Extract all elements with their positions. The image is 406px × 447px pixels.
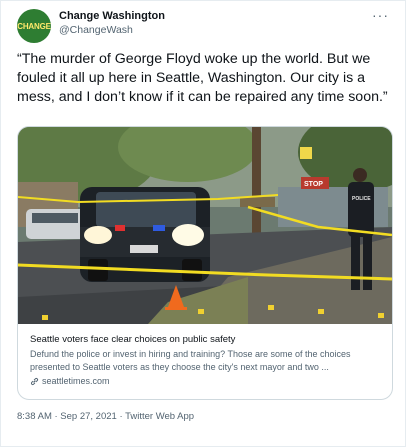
card-title[interactable]: Seattle voters face clear choices on pub…	[30, 334, 382, 345]
card-domain-label: seattletimes.com	[42, 376, 110, 386]
card-description: Defund the police or invest in hiring an…	[30, 349, 351, 372]
author-names[interactable]: Change Washington @ChangeWash	[59, 10, 165, 36]
more-horizontal-icon[interactable]: ···	[372, 7, 389, 23]
avatar-label: CHANGE	[17, 21, 51, 31]
police-vest-text: POLICE	[352, 196, 371, 202]
link-icon	[30, 377, 39, 385]
handle[interactable]: @ChangeWash	[59, 24, 165, 36]
link-card[interactable]: STOP POLICE Seattle voters face clear ch…	[17, 126, 393, 400]
tweet: CHANGE Change Washington @ChangeWash ···…	[0, 0, 406, 447]
card-image[interactable]: STOP POLICE	[18, 127, 392, 324]
stop-sign-text: STOP	[304, 181, 323, 188]
tweet-meta[interactable]: 8:38 AM · Sep 27, 2021 · Twitter Web App	[17, 411, 194, 422]
card-domain[interactable]: seattletimes.com	[30, 376, 382, 386]
display-name[interactable]: Change Washington	[59, 10, 165, 22]
avatar[interactable]: CHANGE	[17, 9, 51, 43]
tweet-header: CHANGE Change Washington @ChangeWash ···	[17, 7, 395, 47]
card-text[interactable]: Seattle voters face clear choices on pub…	[30, 334, 382, 386]
tweet-text: “The murder of George Floyd woke up the …	[17, 51, 388, 105]
